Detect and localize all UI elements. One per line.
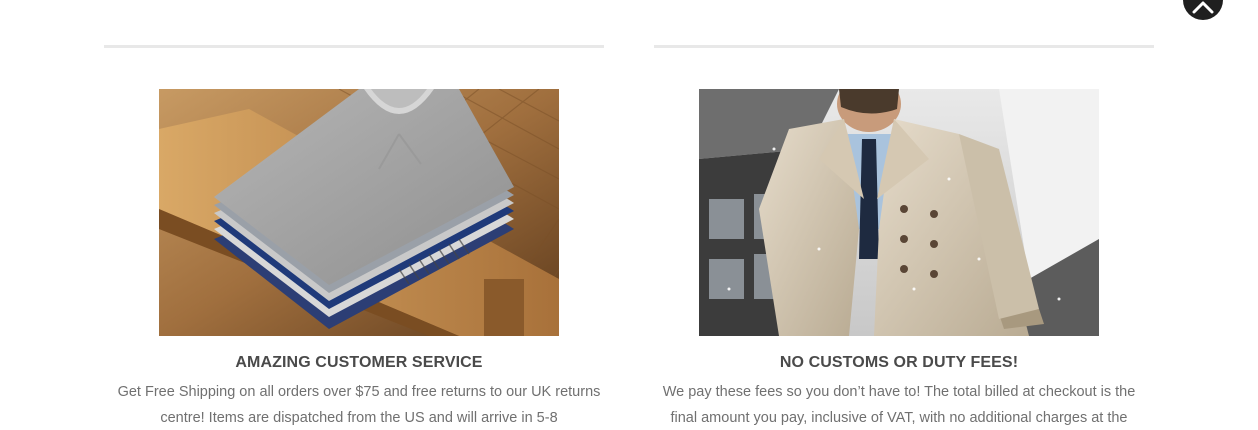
chevron-up-icon xyxy=(1192,1,1214,14)
man-in-trench-coat-image xyxy=(699,89,1099,336)
section-divider xyxy=(654,45,1154,48)
feature-no-customs-fees: NO CUSTOMS OR DUTY FEES! We pay these fe… xyxy=(649,89,1149,430)
feature-title: NO CUSTOMS OR DUTY FEES! xyxy=(779,354,1019,371)
folded-sweaters-image xyxy=(159,89,559,336)
section-divider xyxy=(104,45,604,48)
feature-description: Get Free Shipping on all orders over $75… xyxy=(117,384,601,426)
scroll-to-top-button[interactable] xyxy=(1183,0,1223,20)
feature-customer-service: AMAZING CUSTOMER SERVICE Get Free Shippi… xyxy=(109,89,609,430)
page: AMAZING CUSTOMER SERVICE Get Free Shippi… xyxy=(0,0,1258,430)
feature-description: We pay these fees so you don’t have to! … xyxy=(662,384,1136,426)
feature-title: AMAZING CUSTOMER SERVICE xyxy=(235,354,483,371)
